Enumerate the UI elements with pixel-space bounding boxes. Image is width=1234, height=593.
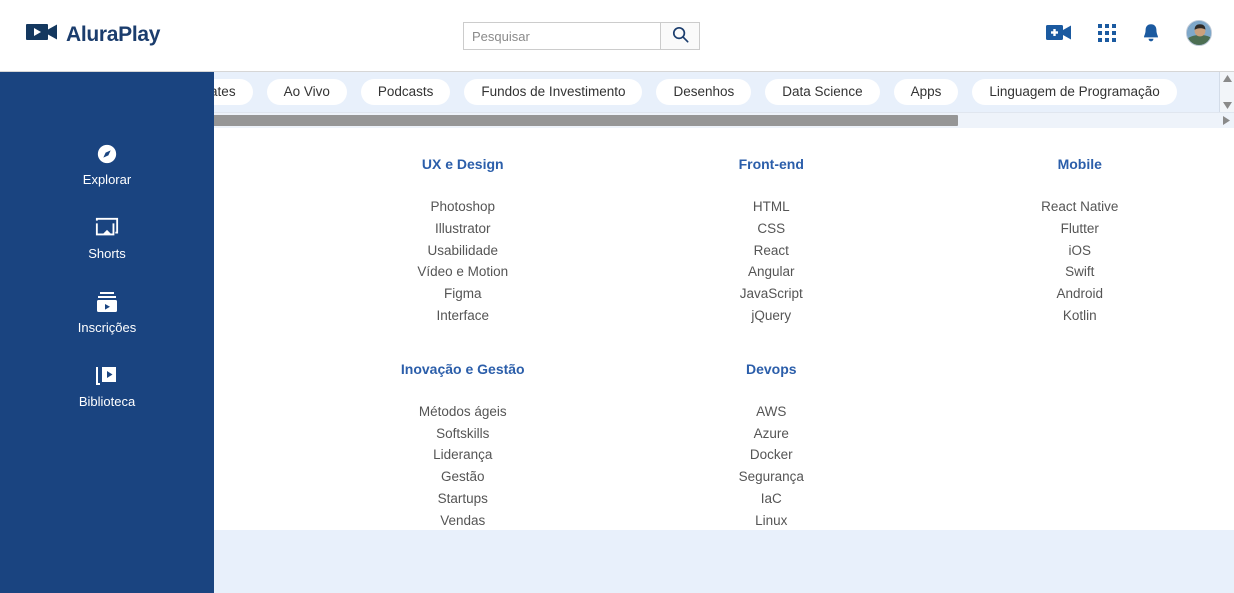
create-video-icon[interactable] xyxy=(1046,24,1072,42)
category-link[interactable]: AWS xyxy=(617,401,926,423)
category-link[interactable]: Liderança xyxy=(309,444,618,466)
aluraplay-page: Programação Lógica Python Computação Jog… xyxy=(0,0,1234,593)
category-link[interactable]: Métodos ágeis xyxy=(309,401,618,423)
chips-horizontal-scrollbar[interactable] xyxy=(75,112,1234,128)
chip-fundos-de-investimento[interactable]: Fundos de Investimento xyxy=(464,79,643,105)
category-link[interactable]: Azure xyxy=(617,423,926,445)
sidebar-item-explorar[interactable]: Explorar xyxy=(0,142,214,187)
category-title: Front-end xyxy=(738,156,804,172)
chips-vertical-scrollbar[interactable] xyxy=(1219,72,1234,112)
category-link[interactable]: JavaScript xyxy=(617,283,926,305)
category-link[interactable]: Gestão xyxy=(309,466,618,488)
chip-desenhos[interactable]: Desenhos xyxy=(656,79,752,105)
subscriptions-icon xyxy=(95,290,119,314)
sidebar-item-biblioteca[interactable]: Biblioteca xyxy=(0,364,214,409)
scroll-up-arrow-icon[interactable] xyxy=(1222,75,1232,82)
category-title: Mobile xyxy=(1057,156,1102,172)
library-icon xyxy=(95,364,119,388)
search-input[interactable] xyxy=(463,22,660,50)
category-link[interactable]: Interface xyxy=(309,305,618,327)
category-link[interactable]: Kotlin xyxy=(926,305,1234,327)
category-link[interactable]: CSS xyxy=(617,218,926,240)
category-link[interactable]: Usabilidade xyxy=(309,240,618,262)
category-title: UX e Design xyxy=(421,156,504,172)
category-title: Devops xyxy=(745,360,797,377)
category-link[interactable]: Angular xyxy=(617,261,926,283)
sidebar-item-shorts[interactable]: Shorts xyxy=(0,216,214,261)
sidebar-item-label: Inscrições xyxy=(77,320,137,335)
category-link[interactable]: jQuery xyxy=(617,305,926,327)
category-link[interactable]: Android xyxy=(926,283,1234,305)
chip-apps[interactable]: Apps xyxy=(893,79,959,105)
category-link[interactable]: iOS xyxy=(926,240,1234,262)
category-link[interactable]: Startups xyxy=(309,488,618,510)
category-link[interactable]: Photoshop xyxy=(309,196,618,218)
category-link[interactable]: HTML xyxy=(617,196,926,218)
scroll-down-arrow-icon[interactable] xyxy=(1222,102,1232,109)
header-actions xyxy=(1046,20,1212,46)
apps-grid-icon[interactable] xyxy=(1098,24,1116,42)
category-link[interactable]: Illustrator xyxy=(309,218,618,240)
category-link[interactable]: React Native xyxy=(926,196,1234,218)
category-column-mobile: Mobile React Native Flutter iOS Swift An… xyxy=(926,156,1234,327)
scrollbar-thumb[interactable] xyxy=(90,114,958,126)
sidebar-item-inscricoes[interactable]: Inscrições xyxy=(0,290,214,335)
search-bar xyxy=(463,22,700,50)
chip-ao-vivo[interactable]: Ao Vivo xyxy=(266,79,347,105)
search-button[interactable] xyxy=(660,22,700,50)
category-column-ux-e-design: UX e Design Photoshop Illustrator Usabil… xyxy=(309,156,618,327)
category-link[interactable]: Docker xyxy=(617,444,926,466)
sidebar-item-label: Explorar xyxy=(82,172,132,187)
category-link[interactable]: Vídeo e Motion xyxy=(309,261,618,283)
category-link[interactable]: Figma xyxy=(309,283,618,305)
category-link[interactable]: Linux xyxy=(617,510,926,532)
chip-linguagem-de-programacao[interactable]: Linguagem de Programação xyxy=(972,79,1177,105)
category-column-inovacao-e-gestao: Inovação e Gestão Métodos ágeis Softskil… xyxy=(309,361,618,532)
category-chips-bar[interactable]: Tudo Debates Ao Vivo Podcasts Fundos de … xyxy=(75,72,1234,112)
compass-icon xyxy=(96,142,118,166)
chip-podcasts[interactable]: Podcasts xyxy=(360,79,451,105)
category-link[interactable]: React xyxy=(617,240,926,262)
category-link[interactable]: Flutter xyxy=(926,218,1234,240)
avatar[interactable] xyxy=(1186,20,1212,46)
category-column-front-end: Front-end HTML CSS React Angular JavaScr… xyxy=(617,156,926,327)
category-link[interactable]: Softskills xyxy=(309,423,618,445)
category-column-empty xyxy=(926,361,1234,532)
category-title: Inovação e Gestão xyxy=(400,360,525,377)
logo[interactable]: AluraPlay xyxy=(26,22,160,47)
video-camera-icon xyxy=(26,22,60,47)
sidebar-item-label: Shorts xyxy=(88,246,126,261)
sidebar: Explorar Shorts Inscrições Biblioteca xyxy=(0,72,214,593)
category-link[interactable]: Swift xyxy=(926,261,1234,283)
search-icon xyxy=(672,26,689,46)
cast-screen-icon xyxy=(95,216,119,240)
bell-icon[interactable] xyxy=(1142,23,1160,43)
category-link[interactable]: IaC xyxy=(617,488,926,510)
scrollbar-track[interactable] xyxy=(90,113,1219,129)
sidebar-item-label: Biblioteca xyxy=(78,394,136,409)
logo-text: AluraPlay xyxy=(66,22,161,46)
chip-data-science[interactable]: Data Science xyxy=(765,79,880,105)
category-column-devops: Devops AWS Azure Docker Segurança IaC Li… xyxy=(617,361,926,532)
top-header: AluraPlay xyxy=(0,0,1234,72)
scroll-right-arrow-icon[interactable] xyxy=(1219,113,1234,129)
category-link[interactable]: Segurança xyxy=(617,466,926,488)
category-link[interactable]: Vendas xyxy=(309,510,618,532)
